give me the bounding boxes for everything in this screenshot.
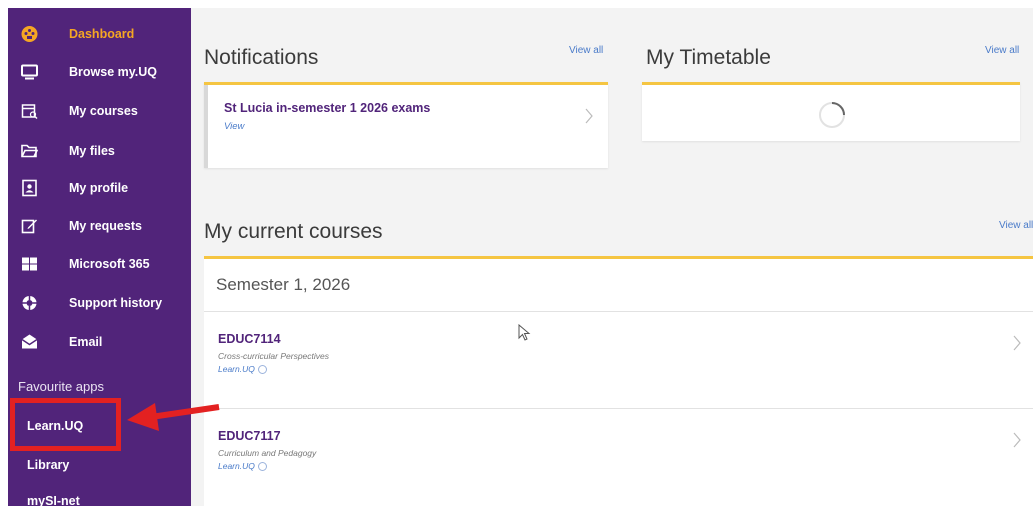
sidebar: Dashboard Browse my.UQ My courses My fil… bbox=[8, 8, 191, 506]
learn-uq-link[interactable]: Learn.UQ bbox=[218, 461, 267, 471]
notifications-view-all-link[interactable]: View all bbox=[569, 45, 603, 56]
fav-item-library[interactable]: Library bbox=[8, 450, 191, 480]
sidebar-item-label: Browse my.UQ bbox=[69, 65, 157, 79]
timetable-view-all-link[interactable]: View all bbox=[985, 45, 1019, 56]
folder-icon bbox=[21, 143, 38, 160]
sidebar-item-browse[interactable]: Browse my.UQ bbox=[8, 56, 191, 88]
timetable-title: My Timetable bbox=[646, 46, 771, 69]
sidebar-item-label: Dashboard bbox=[69, 27, 135, 41]
sidebar-item-label: Email bbox=[69, 335, 103, 349]
course-code: EDUC7114 bbox=[218, 332, 281, 346]
course-row[interactable]: EDUC7114 Cross-curricular Perspectives L… bbox=[204, 311, 1033, 408]
sidebar-item-label: My requests bbox=[69, 219, 142, 233]
courses-card: Semester 1, 2026 EDUC7114 Cross-curricul… bbox=[204, 256, 1033, 506]
learn-uq-link-label: Learn.UQ bbox=[218, 364, 255, 374]
timetable-card bbox=[642, 82, 1020, 141]
favourite-apps-heading: Favourite apps bbox=[18, 379, 104, 394]
course-code: EDUC7117 bbox=[218, 429, 281, 443]
fav-item-label: mySI-net bbox=[27, 494, 80, 506]
learn-uq-link-label: Learn.UQ bbox=[218, 461, 255, 471]
courses-title: My current courses bbox=[204, 220, 383, 243]
sidebar-item-dashboard[interactable]: Dashboard bbox=[8, 18, 191, 50]
sidebar-item-microsoft-365[interactable]: Microsoft 365 bbox=[8, 248, 191, 280]
chevron-right-icon bbox=[1013, 335, 1021, 351]
course-row[interactable]: EDUC7117 Curriculum and Pedagogy Learn.U… bbox=[204, 408, 1033, 505]
sidebar-item-label: My profile bbox=[69, 181, 129, 195]
external-link-icon bbox=[257, 364, 267, 374]
external-link-icon bbox=[257, 461, 267, 471]
sidebar-item-my-files[interactable]: My files bbox=[8, 135, 191, 167]
sidebar-item-label: Support history bbox=[69, 296, 163, 310]
lifebuoy-icon bbox=[21, 295, 38, 312]
edit-icon bbox=[21, 218, 38, 235]
chevron-right-icon bbox=[585, 108, 593, 124]
sidebar-item-my-requests[interactable]: My requests bbox=[8, 210, 191, 242]
monitor-icon bbox=[21, 64, 38, 81]
envelope-icon bbox=[21, 334, 38, 351]
notification-item: St Lucia in-semester 1 2026 exams View bbox=[204, 85, 608, 168]
notifications-title: Notifications bbox=[204, 46, 319, 69]
sidebar-item-label: My files bbox=[69, 144, 115, 158]
main-content: Notifications View all St Lucia in-semes… bbox=[191, 8, 1033, 506]
sidebar-item-label: Microsoft 365 bbox=[69, 257, 150, 271]
loading-spinner-icon bbox=[819, 102, 845, 128]
notification-title: St Lucia in-semester 1 2026 exams bbox=[224, 101, 431, 115]
learn-uq-link[interactable]: Learn.UQ bbox=[218, 364, 267, 374]
grid-icon bbox=[21, 256, 38, 273]
semester-title: Semester 1, 2026 bbox=[216, 275, 351, 294]
fav-item-learn-uq[interactable]: Learn.UQ bbox=[8, 411, 191, 441]
sidebar-item-my-profile[interactable]: My profile bbox=[8, 172, 191, 204]
sidebar-item-label: My courses bbox=[69, 104, 138, 118]
notification-card[interactable]: St Lucia in-semester 1 2026 exams View bbox=[204, 82, 608, 168]
calendar-icon bbox=[21, 103, 38, 120]
courses-view-all-link[interactable]: View all bbox=[999, 220, 1033, 231]
course-name: Curriculum and Pedagogy bbox=[218, 448, 317, 458]
fav-item-label: Library bbox=[27, 458, 70, 472]
sidebar-item-my-courses[interactable]: My courses bbox=[8, 95, 191, 127]
sidebar-item-email[interactable]: Email bbox=[8, 326, 191, 358]
fav-item-label: Learn.UQ bbox=[27, 419, 84, 433]
sidebar-item-support-history[interactable]: Support history bbox=[8, 287, 191, 319]
fav-item-mysi-net[interactable]: mySI-net bbox=[8, 486, 191, 506]
chevron-right-icon bbox=[1013, 432, 1021, 448]
profile-icon bbox=[21, 179, 38, 197]
notification-view-link[interactable]: View bbox=[224, 121, 244, 132]
course-name: Cross-curricular Perspectives bbox=[218, 351, 329, 361]
dashboard-icon bbox=[21, 26, 38, 43]
